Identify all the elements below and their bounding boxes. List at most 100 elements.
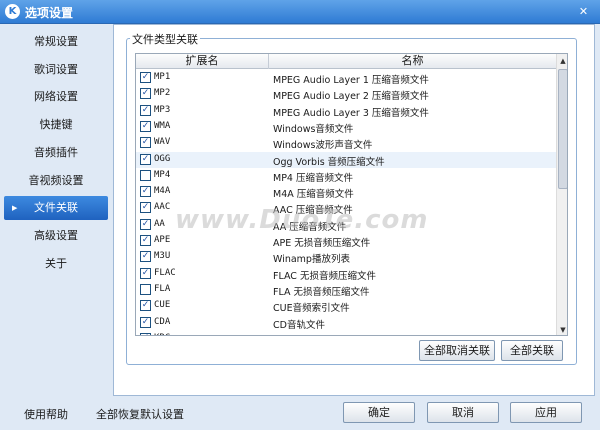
table-row[interactable]: FLA FLA 无损音频压缩文件 [136,282,556,298]
sidebar-item-label: 文件关联 [34,201,78,215]
table-row[interactable]: MP4 MP4 压缩音频文件 [136,168,556,184]
checkbox-checked[interactable]: ✓ [140,153,151,165]
app-logo-icon: K [5,4,20,19]
group-title: 文件类型关联 [130,31,200,47]
name-cell: CUE音频索引文件 [273,303,350,315]
extension-cell: AA [154,218,165,229]
file-association-list[interactable]: 扩展名 名称 ✓ MP1 MPEG Audio Layer 1 压缩音频文件 ✓ MP2… [135,53,568,336]
name-cell: MPEG Audio Layer 2 压缩音频文件 [273,91,429,103]
extension-cell: MP4 [154,169,171,180]
checkbox-checked[interactable]: ✓ [140,300,151,312]
extension-cell: MP3 [154,104,171,115]
sidebar-item[interactable]: 音频插件 [4,141,108,165]
watermark: www.DuoTe.com [175,205,429,235]
apply-button[interactable]: 应用 [510,402,582,423]
checkbox-unchecked[interactable] [140,283,151,295]
table-row[interactable]: ✓ WMA Windows音频文件 [136,119,556,135]
table-row[interactable]: ✓ MP2 MPEG Audio Layer 2 压缩音频文件 [136,86,556,102]
sidebar-item[interactable]: 网络设置 [4,85,108,109]
extension-cell: MP2 [154,88,171,99]
table-row[interactable]: ✓ APE APE 无损音频压缩文件 [136,233,556,249]
unassociate-all-button[interactable]: 全部取消关联 [419,340,495,361]
cancel-button[interactable]: 取消 [427,402,499,423]
table-row[interactable]: ✓ CDA CD音轨文件 [136,315,556,331]
column-header-name[interactable]: 名称 [269,54,556,69]
arrow-right-icon: ▶ [12,204,18,213]
checkbox-checked[interactable]: ✓ [140,137,151,149]
checkbox-checked[interactable]: ✓ [140,186,151,198]
sidebar-item-label: 关于 [45,256,67,270]
checkbox-checked[interactable]: ✓ [140,316,151,328]
checkbox-checked[interactable]: ✓ [140,202,151,214]
name-cell: Ogg Vorbis 音频压缩文件 [273,156,385,168]
table-row[interactable]: ✓ MP3 MPEG Audio Layer 3 压缩音频文件 [136,103,556,119]
name-cell: FLA 无损音频压缩文件 [273,286,370,298]
name-cell: APE 无损音频压缩文件 [273,238,371,249]
bottom-bar: 使用帮助 全部恢复默认设置 确定 取消 应用 [0,396,600,430]
name-cell: CD音轨文件 [273,319,325,331]
name-cell: MPEG Audio Layer 1 压缩音频文件 [273,75,429,86]
file-type-group: 扩展名 名称 ✓ MP1 MPEG Audio Layer 1 压缩音频文件 ✓ MP2… [126,38,577,365]
sidebar-item[interactable]: ▶ 文件关联 [4,196,108,221]
extension-cell: APE [154,235,171,245]
checkbox-checked[interactable]: ✓ [140,104,151,116]
name-cell: Windows音频文件 [273,123,354,135]
extension-cell: M4A [154,186,171,197]
name-cell: Windows波形声音文件 [273,140,373,152]
name-cell: FLAC 无损音频压缩文件 [273,270,376,282]
column-header-extension[interactable]: 扩展名 [136,54,269,69]
sidebar-item[interactable]: 常规设置 [4,30,108,54]
checkbox-checked[interactable]: ✓ [140,218,151,230]
table-row[interactable]: ✓ MP1 MPEG Audio Layer 1 压缩音频文件 [136,70,556,86]
extension-cell: MP1 [154,72,171,82]
name-cell: MP4 压缩音频文件 [273,172,353,184]
list-header: 扩展名 名称 [136,54,556,69]
ok-button[interactable]: 确定 [343,402,415,423]
table-row[interactable]: ✓ OGG Ogg Vorbis 音频压缩文件 [136,151,556,168]
checkbox-checked[interactable]: ✓ [140,267,151,279]
sidebar-item-label: 音视频设置 [28,173,84,187]
sidebar-item-label: 快捷键 [39,118,73,132]
extension-cell: AAC [154,202,171,213]
sidebar: 常规设置歌词设置网络设置快捷键音频插件音视频设置 ▶ 文件关联高级设置关于 [0,24,112,396]
name-cell: Winamp播放列表 [273,254,350,266]
sidebar-item-label: 网络设置 [34,90,78,104]
close-button[interactable]: ✕ [575,4,592,19]
sidebar-item[interactable]: 关于 [4,252,108,276]
extension-cell: M3U [154,251,171,262]
name-cell: 卡拉OK歌词文件 [273,333,344,335]
checkbox-checked[interactable]: ✓ [140,88,151,100]
scroll-down-icon[interactable]: ▼ [558,324,567,335]
sidebar-item[interactable]: 歌词设置 [4,58,108,82]
checkbox-checked[interactable]: ✓ [140,235,151,246]
sidebar-item-label: 音频插件 [34,145,78,159]
scroll-up-icon[interactable]: ▲ [558,55,567,67]
sidebar-item[interactable]: 高级设置 [4,224,108,248]
sidebar-item[interactable]: 快捷键 [4,113,108,137]
checkbox-checked[interactable]: ✓ [140,332,151,335]
table-row[interactable]: ✓ FLAC FLAC 无损音频压缩文件 [136,266,556,282]
name-cell: M4A 压缩音频文件 [273,189,354,201]
checkbox-checked[interactable]: ✓ [140,120,151,132]
table-row[interactable]: ✓ CUE CUE音频索引文件 [136,298,556,314]
window-title: 选项设置 [25,6,74,20]
checkbox-checked[interactable]: ✓ [140,251,151,263]
restore-defaults-link[interactable]: 全部恢复默认设置 [96,406,184,422]
table-row[interactable]: ✓ M4A M4A 压缩音频文件 [136,184,556,200]
help-link[interactable]: 使用帮助 [24,406,68,422]
sidebar-item-label: 歌词设置 [34,62,78,76]
table-row[interactable]: ✓ M3U Winamp播放列表 [136,249,556,265]
name-cell: MPEG Audio Layer 3 压缩音频文件 [273,107,429,119]
extension-cell: WMA [154,120,171,131]
scroll-thumb[interactable] [558,69,567,189]
checkbox-checked[interactable]: ✓ [140,72,151,83]
vertical-scrollbar[interactable]: ▲ ▼ [556,54,567,335]
extension-cell: CUE [154,300,171,311]
table-row[interactable]: ✓ WAV Windows波形声音文件 [136,135,556,151]
associate-all-button[interactable]: 全部关联 [501,340,563,361]
title-bar: K 选项设置 ✕ [0,0,600,24]
checkbox-unchecked[interactable] [140,169,151,181]
table-row[interactable]: ✓KRC 卡拉OK歌词文件 [136,331,556,335]
sidebar-item[interactable]: 音视频设置 [4,169,108,193]
sidebar-item-label: 常规设置 [34,35,78,48]
